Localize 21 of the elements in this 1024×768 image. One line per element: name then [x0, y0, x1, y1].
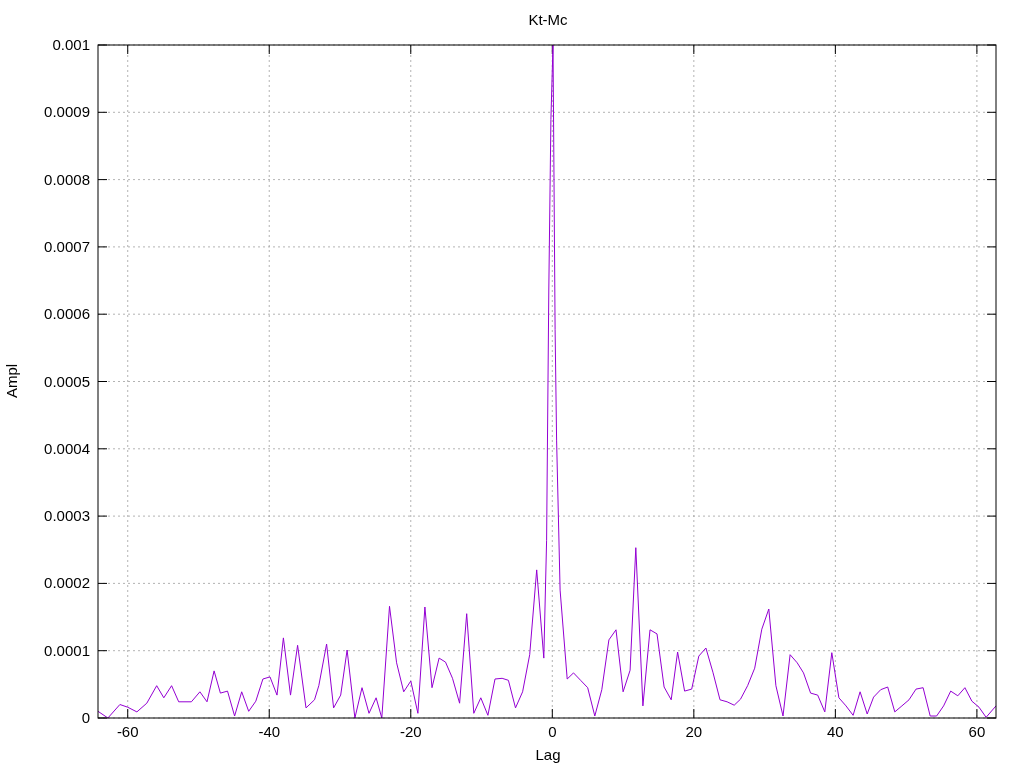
chart-title: Kt-Mc — [528, 11, 568, 28]
tick-label: -60 — [116, 723, 139, 740]
tick-label: 0.0008 — [44, 170, 90, 188]
tick-label: 0.0002 — [44, 574, 90, 592]
tick-label: 0.0006 — [44, 305, 90, 323]
tick-label: 20 — [685, 723, 703, 740]
tick-label: 0.0004 — [44, 439, 90, 457]
tick-label: 0.001 — [52, 36, 90, 53]
tick-label: 0.0003 — [44, 507, 90, 525]
axis-label: Ampl — [3, 363, 20, 399]
tick-label: 0.0009 — [44, 103, 90, 121]
tick-label: 0 — [548, 723, 557, 740]
tick-label: 40 — [827, 723, 844, 740]
axis-label: Lag — [535, 746, 561, 763]
tick-label: -20 — [399, 723, 422, 740]
tick-label: 0.0001 — [44, 641, 90, 659]
tick-label: 0 — [81, 709, 90, 726]
tick-label: 0.0007 — [44, 237, 90, 255]
tick-label: 60 — [968, 723, 986, 740]
tick-label: 0.0005 — [44, 372, 90, 390]
tick-label: -40 — [258, 723, 281, 740]
